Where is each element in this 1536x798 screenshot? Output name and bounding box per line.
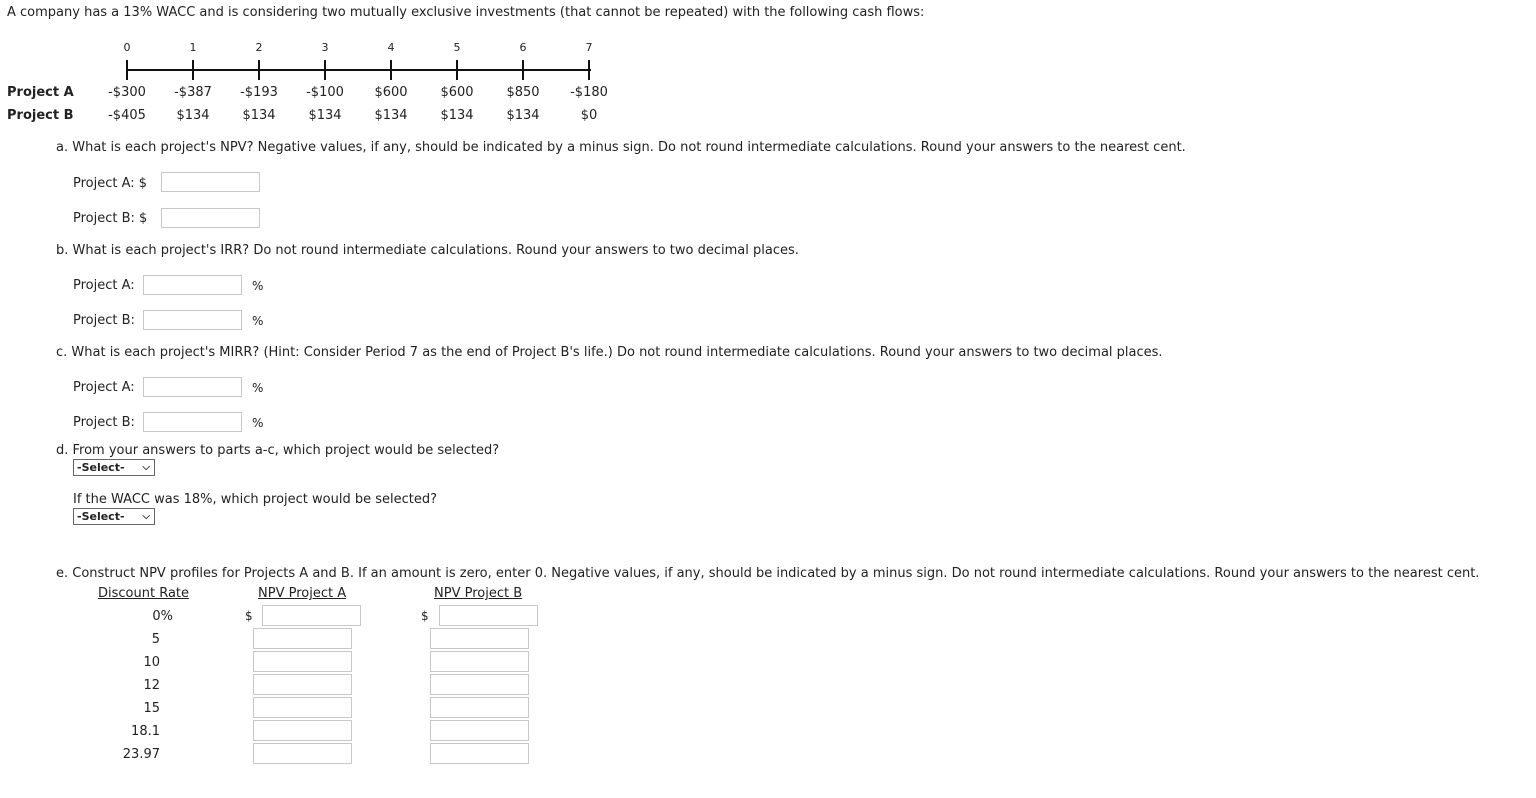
npv-b-input[interactable] (439, 605, 538, 626)
project-select-13[interactable]: -Select- ⌵ (73, 459, 155, 476)
mirr-project-b-input[interactable] (143, 412, 242, 432)
timeline-tick (126, 60, 128, 80)
period-label: 3 (321, 41, 329, 54)
cash-flow-value: -$387 (174, 85, 212, 100)
cash-flow-value: -$405 (108, 108, 146, 123)
irr-project-b-input[interactable] (143, 310, 242, 330)
question-c: c. What is each project's MIRR? (Hint: C… (56, 345, 1163, 360)
cash-flow-value: $134 (176, 108, 210, 123)
cash-flow-value: $0 (580, 108, 598, 123)
timeline-tick (390, 60, 392, 80)
mirr-a-percent: % (252, 381, 264, 395)
npv-project-b-label: Project B: $ (73, 211, 148, 226)
question-d-wacc18: If the WACC was 18%, which project would… (73, 492, 437, 507)
select-value: -Select- (77, 510, 125, 523)
header-discount-rate: Discount Rate (98, 586, 190, 601)
irr-project-a-label: Project A: (73, 278, 135, 293)
period-label: 0 (123, 41, 131, 54)
timeline-tick (258, 60, 260, 80)
timeline-tick (192, 60, 194, 80)
discount-rate-value: 12 (143, 678, 160, 693)
cash-flow-value: $600 (440, 85, 474, 100)
npv-a-input[interactable] (253, 697, 352, 718)
irr-project-a-input[interactable] (143, 275, 242, 295)
period-label: 2 (255, 41, 263, 54)
discount-rate-value: 23.97 (122, 747, 160, 762)
cash-flow-value: $134 (374, 108, 408, 123)
npv-b-input[interactable] (430, 674, 529, 695)
cash-flow-value: $134 (308, 108, 342, 123)
question-e: e. Construct NPV profiles for Projects A… (56, 566, 1480, 581)
irr-project-b-label: Project B: (73, 313, 135, 328)
discount-rate-value: 18.1 (131, 724, 160, 739)
irr-a-percent: % (252, 279, 264, 293)
cash-flow-value: $134 (440, 108, 474, 123)
timeline-tick (456, 60, 458, 80)
select-value: -Select- (77, 461, 125, 474)
npv-a-input[interactable] (253, 674, 352, 695)
header-npv-b: NPV Project B (434, 586, 523, 601)
npv-a-input[interactable] (253, 651, 352, 672)
chevron-down-icon: ⌵ (142, 462, 150, 473)
currency-b: $ (421, 609, 429, 623)
npv-a-input[interactable] (262, 605, 361, 626)
timeline-tick (324, 60, 326, 80)
npv-b-input[interactable] (430, 743, 529, 764)
cash-flow-value: $134 (506, 108, 540, 123)
discount-rate-value: 5 (151, 632, 160, 647)
npv-a-input[interactable] (253, 743, 352, 764)
cash-flow-value: $600 (374, 85, 408, 100)
npv-project-a-label: Project A: $ (73, 176, 148, 191)
mirr-project-b-label: Project B: (73, 415, 135, 430)
period-label: 7 (585, 41, 593, 54)
header-npv-a: NPV Project A (258, 586, 347, 601)
npv-project-b-input[interactable] (161, 208, 260, 228)
period-label: 4 (387, 41, 395, 54)
npv-b-input[interactable] (430, 628, 529, 649)
npv-a-input[interactable] (253, 628, 352, 649)
currency-a: $ (245, 609, 253, 623)
question-a: a. What is each project's NPV? Negative … (56, 140, 1186, 155)
npv-b-input[interactable] (430, 720, 529, 741)
timeline-tick (522, 60, 524, 80)
timeline-tick (588, 60, 590, 80)
npv-project-a-input[interactable] (161, 172, 260, 192)
mirr-b-percent: % (252, 416, 264, 430)
problem-intro: A company has a 13% WACC and is consider… (7, 5, 925, 20)
cash-flow-value: $134 (242, 108, 276, 123)
discount-rate-value: 15 (143, 701, 160, 716)
cash-flow-value: -$193 (240, 85, 278, 100)
npv-b-input[interactable] (430, 697, 529, 718)
mirr-project-a-label: Project A: (73, 380, 135, 395)
period-label: 1 (189, 41, 197, 54)
question-b: b. What is each project's IRR? Do not ro… (56, 243, 799, 258)
period-label: 5 (453, 41, 461, 54)
discount-rate-value: 10 (143, 655, 160, 670)
project-select-18[interactable]: -Select- ⌵ (73, 508, 155, 525)
npv-b-input[interactable] (430, 651, 529, 672)
cash-flow-value: -$180 (570, 85, 608, 100)
discount-rate-value: 0% (152, 609, 173, 624)
cash-flow-value: -$100 (306, 85, 344, 100)
cash-flow-value: $850 (506, 85, 540, 100)
mirr-project-a-input[interactable] (143, 377, 242, 397)
question-d: d. From your answers to parts a-c, which… (56, 443, 500, 458)
npv-a-input[interactable] (253, 720, 352, 741)
project-b-label: Project B (7, 108, 74, 123)
irr-b-percent: % (252, 314, 264, 328)
cash-flow-value: -$300 (108, 85, 146, 100)
period-label: 6 (519, 41, 527, 54)
project-a-label: Project A (7, 85, 74, 100)
chevron-down-icon: ⌵ (142, 511, 150, 522)
